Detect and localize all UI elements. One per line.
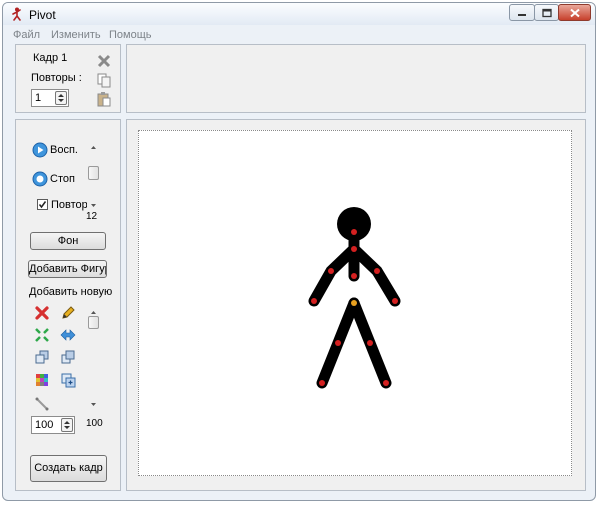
repeats-stepper[interactable]: 1 (31, 89, 69, 107)
close-icon[interactable] (96, 53, 112, 69)
repeats-value: 1 (35, 92, 42, 104)
speed-value: 12 (86, 211, 98, 222)
flip-icon[interactable] (60, 327, 76, 343)
back-icon[interactable] (60, 349, 76, 365)
loop-checkbox[interactable] (37, 199, 48, 210)
checkmark-icon (38, 201, 47, 209)
background-button[interactable]: Фон (30, 232, 106, 250)
play-icon[interactable] (32, 142, 48, 158)
create-frame-button[interactable]: Создать кадр (30, 455, 107, 482)
figures-scrollbar[interactable] (87, 305, 100, 413)
add-new-figure-label: Добавить новую ф (29, 286, 115, 298)
paste-icon[interactable] (96, 91, 112, 107)
join-icon[interactable] (34, 327, 50, 343)
color-icon[interactable] (34, 372, 50, 388)
scroll-up-icon[interactable] (87, 308, 100, 316)
front-icon[interactable] (34, 349, 50, 365)
figure-head[interactable] (337, 207, 371, 241)
size-stepper[interactable]: 100 (31, 416, 75, 434)
stop-icon[interactable] (32, 171, 48, 187)
pivot-app-icon (12, 7, 21, 21)
animation-canvas[interactable] (138, 130, 572, 476)
scroll-up-icon[interactable] (87, 143, 100, 151)
size-scroll-value: 100 (86, 418, 103, 429)
frame-label: Кадр 1 (33, 52, 68, 64)
tools-panel: Восп. Стоп Повтор 12 Фон Добавить Фигуру… (15, 119, 121, 491)
size-value: 100 (35, 419, 54, 431)
maximize-icon (541, 8, 552, 17)
close-window-icon (569, 8, 580, 17)
figures-scroll-thumb[interactable] (88, 316, 99, 329)
frame-panel: Кадр 1 Повторы : 1 (15, 44, 121, 113)
line-icon[interactable] (34, 396, 50, 412)
delete-icon[interactable] (34, 305, 50, 321)
speed-scroll-thumb[interactable] (88, 166, 99, 180)
origin-joint[interactable] (351, 300, 357, 306)
speed-scrollbar[interactable] (87, 140, 100, 214)
add-figure-button[interactable]: Добавить Фигуру (28, 260, 107, 278)
stick-figure[interactable] (139, 131, 571, 475)
scroll-down-icon[interactable] (87, 202, 100, 210)
repeats-label: Повторы : (31, 72, 82, 84)
menu-file[interactable]: Файл (13, 29, 40, 41)
frames-strip (126, 44, 586, 113)
loop-label[interactable]: Повтор (51, 199, 88, 211)
duplicate-icon[interactable] (60, 372, 76, 388)
figure-limbs (308, 228, 401, 389)
window-title: Pivot (29, 8, 56, 22)
edit-icon[interactable] (60, 305, 76, 321)
stop-label[interactable]: Стоп (50, 173, 75, 185)
menu-edit[interactable]: Изменить (51, 29, 101, 41)
maximize-button[interactable] (534, 4, 559, 21)
stepper-arrows[interactable] (61, 418, 73, 432)
menu-help[interactable]: Помощь (109, 29, 152, 41)
minimize-button[interactable] (509, 4, 535, 21)
menu-bar: Файл Изменить Помощь (3, 27, 595, 43)
minimize-icon (518, 13, 526, 16)
title-bar: Pivot (3, 3, 595, 25)
scroll-down-icon[interactable] (87, 401, 100, 409)
play-label[interactable]: Восп. (50, 144, 78, 156)
close-window-button[interactable] (558, 4, 591, 21)
stepper-arrows[interactable] (55, 91, 67, 105)
copy-icon[interactable] (96, 72, 112, 88)
